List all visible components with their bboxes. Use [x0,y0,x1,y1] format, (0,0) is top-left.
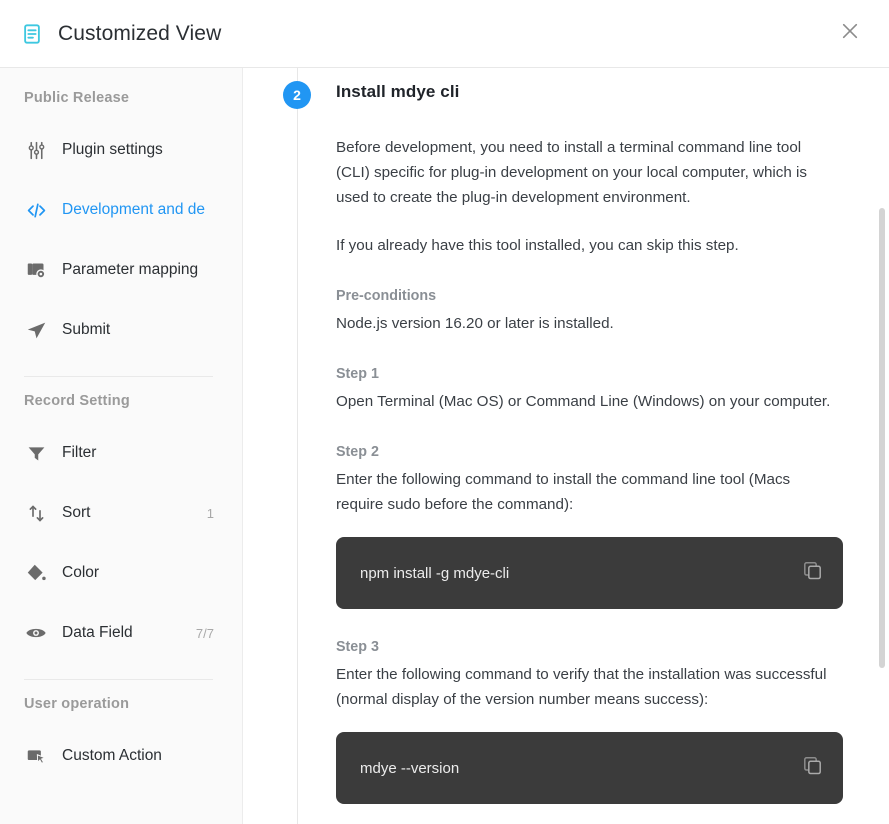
copy-icon [802,560,823,586]
step-1-heading: Step 1 [336,366,379,382]
code-brackets-icon [22,200,50,221]
sidebar-item-label: Custom Action [62,747,162,764]
sidebar-section-title-public-release: Public Release [24,90,130,106]
code-block-install: npm install -g mdye-cli [336,537,843,609]
copy-button[interactable] [799,755,825,781]
scrollbar-thumb[interactable] [879,208,885,668]
sidebar-item-meta: 1 [206,505,214,521]
eye-icon [22,622,50,644]
main-content-area: 2 Install mdye cli Before development, y… [243,68,889,824]
sidebar-item-label: Color [62,564,100,581]
step-3-heading: Step 3 [336,639,379,655]
code-block-version: mdye --version [336,732,843,804]
vertical-scrollbar[interactable] [877,68,887,824]
sidebar-divider [24,679,213,680]
layers-gear-icon [22,260,50,281]
customized-view-dialog: Customized View Public Release Plugin se… [0,0,889,824]
page-title: Customized View [58,21,222,45]
code-text: mdye --version [360,759,460,777]
preconditions-heading: Pre-conditions [336,288,437,304]
sidebar-item-filter[interactable]: Filter [0,423,242,483]
sidebar-item-custom-action[interactable]: Custom Action [0,726,242,786]
sidebar-item-label: Sort [62,504,91,521]
sidebar-item-label: Development and de [62,201,206,218]
sidebar-item-sort[interactable]: Sort 1 [0,483,242,543]
step-2-heading: Step 2 [336,444,379,460]
sort-arrows-icon [22,503,50,524]
intro-paragraph-1: Before development, you need to install … [336,139,808,206]
sidebar-item-label: Submit [62,321,111,338]
funnel-icon [22,443,50,464]
sidebar-item-label: Plugin settings [62,141,163,158]
step-1-text: Open Terminal (Mac OS) or Command Line (… [336,393,831,410]
sidebar-section-title-user-operation: User operation [24,696,130,712]
sidebar-item-label: Parameter mapping [62,261,199,278]
dialog-header: Customized View [0,0,889,68]
sidebar-item-label: Data Field [62,624,133,641]
cursor-rect-icon [22,746,50,767]
sidebar-item-label: Filter [62,444,97,461]
step-title: Install mdye cli [336,82,460,101]
preconditions-text: Node.js version 16.20 or later is instal… [336,315,614,332]
close-button[interactable] [835,19,865,49]
sidebar: Public Release Plugin settings Developme… [0,68,243,824]
document-list-icon [20,22,44,46]
sidebar-item-development-and-de[interactable]: Development and de [0,180,242,240]
step-2-text: Enter the following command to install t… [336,471,791,513]
paint-bucket-icon [22,563,50,584]
sidebar-item-color[interactable]: Color [0,543,242,603]
sidebar-item-meta: 7/7 [195,625,214,641]
sidebar-item-data-field[interactable]: Data Field 7/7 [0,603,242,663]
sidebar-section-title-record-setting: Record Setting [24,393,130,409]
code-text: npm install -g mdye-cli [360,564,510,582]
step-number-badge: 2 [283,81,311,109]
copy-icon [802,755,823,781]
sidebar-divider [24,376,213,377]
intro-paragraph-2: If you already have this tool installed,… [336,237,739,254]
timeline-line [297,68,298,824]
copy-button[interactable] [799,560,825,586]
sidebar-item-plugin-settings[interactable]: Plugin settings [0,120,242,180]
sidebar-item-submit[interactable]: Submit [0,300,242,360]
sidebar-item-parameter-mapping[interactable]: Parameter mapping [0,240,242,300]
sliders-icon [22,140,50,161]
send-icon [22,320,50,341]
step-3-text: Enter the following command to verify th… [336,666,827,708]
dialog-body: Public Release Plugin settings Developme… [0,68,889,824]
close-icon [841,22,859,45]
step-panel: 2 Install mdye cli Before development, y… [243,68,889,824]
step-content: Install mdye cli Before development, you… [243,68,889,804]
